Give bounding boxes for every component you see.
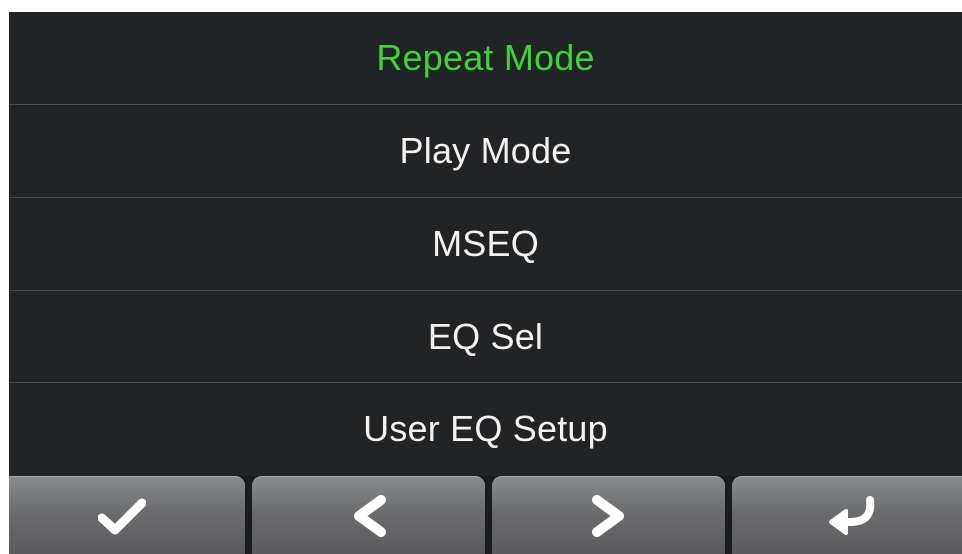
device-frame: Repeat Mode Play Mode MSEQ EQ Sel User E… (0, 0, 962, 554)
checkmark-icon (98, 498, 146, 535)
back-button[interactable] (732, 476, 962, 554)
menu-item-eq-sel[interactable]: EQ Sel (9, 291, 962, 383)
menu-item-mseq[interactable]: MSEQ (9, 198, 962, 290)
screen: Repeat Mode Play Mode MSEQ EQ Sel User E… (9, 12, 962, 554)
menu-item-play-mode[interactable]: Play Mode (9, 105, 962, 197)
confirm-button[interactable] (9, 476, 245, 554)
menu-item-user-eq-setup[interactable]: User EQ Setup (9, 383, 962, 475)
chevron-left-icon (353, 495, 386, 537)
settings-menu: Repeat Mode Play Mode MSEQ EQ Sel User E… (9, 12, 962, 474)
bottom-toolbar (9, 476, 962, 554)
chevron-right-icon (591, 495, 624, 537)
menu-item-repeat-mode[interactable]: Repeat Mode (9, 12, 962, 104)
previous-button[interactable] (252, 476, 485, 554)
next-button[interactable] (492, 476, 725, 554)
return-arrow-icon (829, 496, 875, 535)
